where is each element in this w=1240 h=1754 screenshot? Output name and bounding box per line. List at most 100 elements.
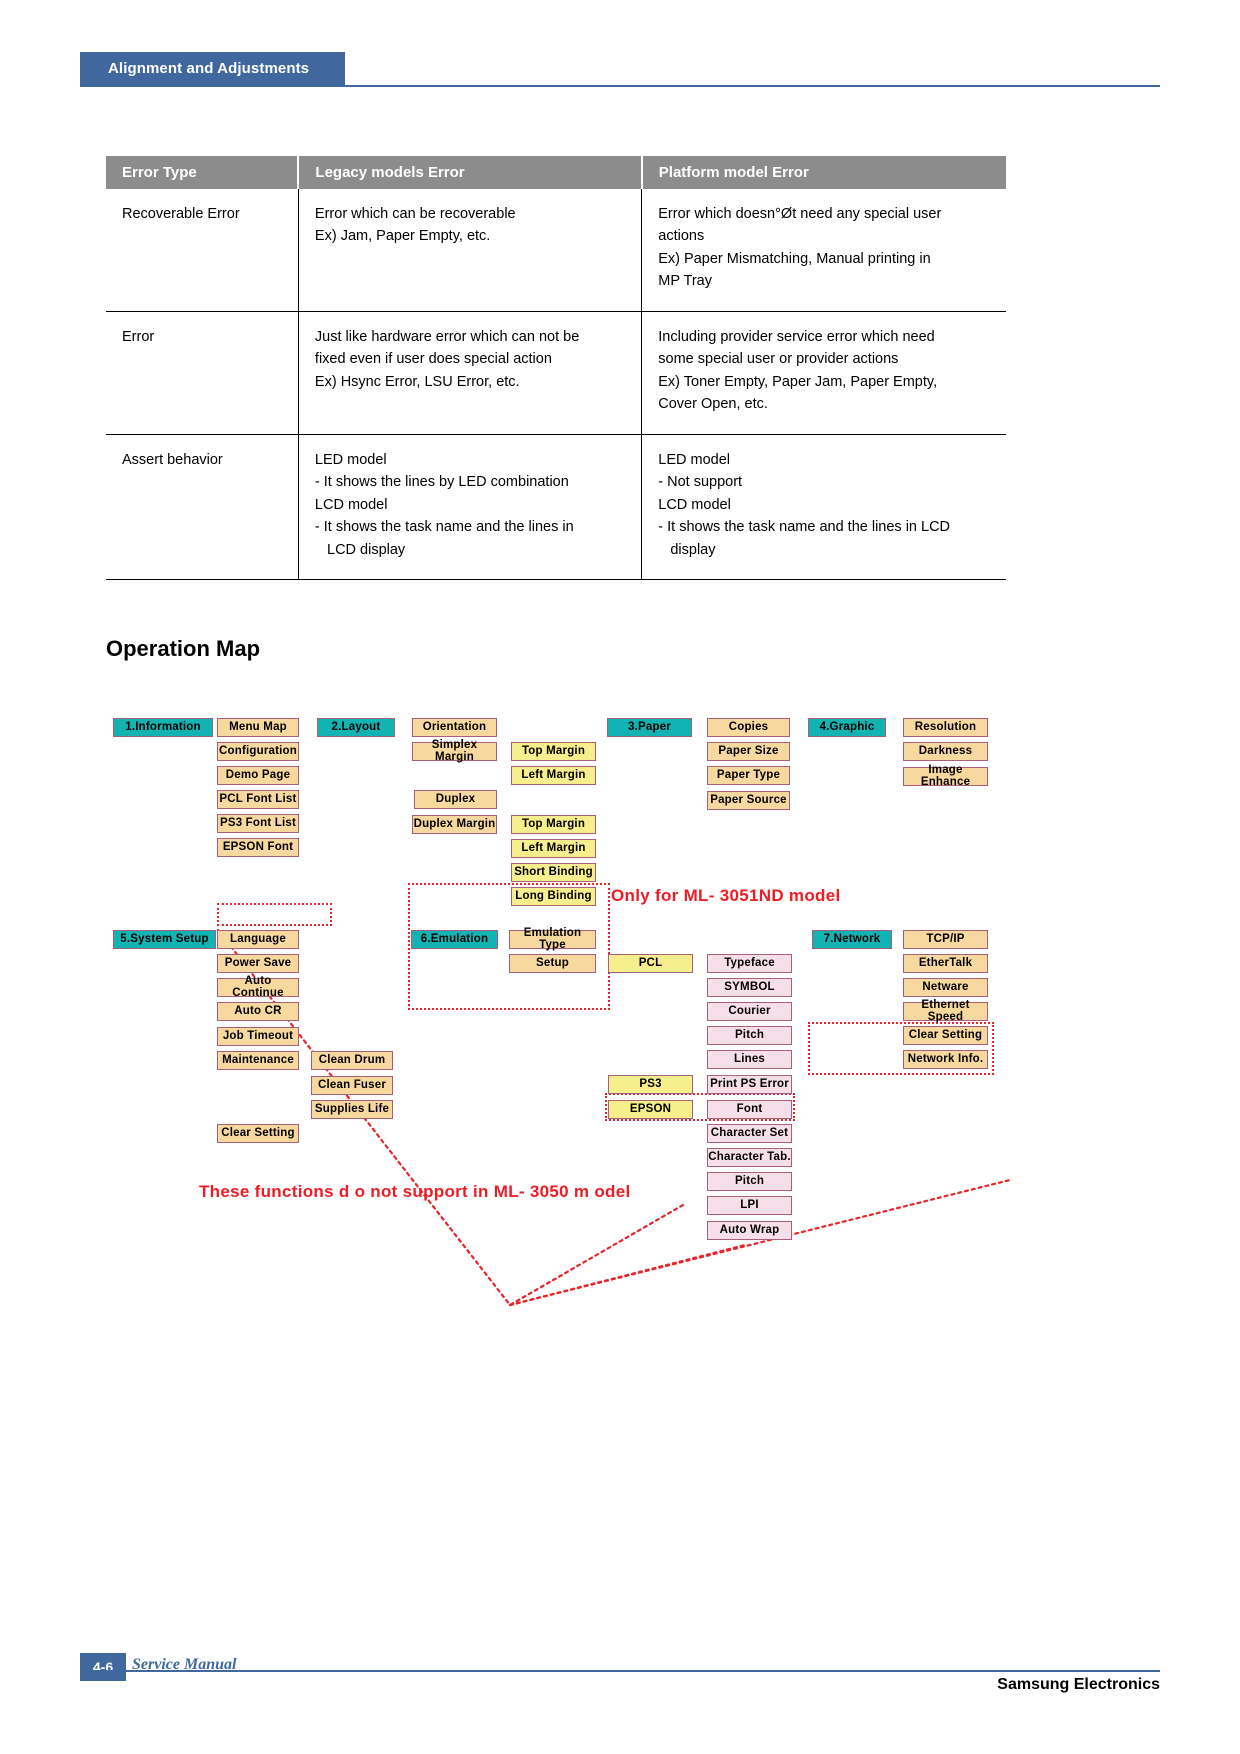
text-line: actions: [658, 228, 705, 245]
node-netware[interactable]: Netware: [903, 978, 988, 997]
dashbox-network-group: [808, 1022, 994, 1075]
cell-error-type: Recoverable Error: [106, 189, 299, 312]
cell-legacy-error: Just like hardware error which can not b…: [297, 311, 642, 435]
table-row: Assert behavior LED model - It shows the…: [106, 434, 1006, 581]
connector-line-3050-c: [508, 1243, 747, 1307]
connector-line-3050-a: [216, 928, 685, 1307]
text-line: LED model: [314, 451, 387, 468]
node-clear-setting-network[interactable]: Clear Setting: [903, 1026, 988, 1045]
node-configuration[interactable]: Configuration: [217, 742, 299, 761]
node-pitch-epson[interactable]: Pitch: [707, 1172, 792, 1191]
text-line: Ex) Toner Empty, Paper Jam, Paper Empty,: [658, 373, 938, 390]
node-ps3-font-list[interactable]: PS3 Font List: [217, 814, 299, 833]
node-image-enhance[interactable]: Image Enhance: [903, 764, 988, 787]
node-menu-map[interactable]: Menu Map: [217, 718, 299, 737]
node-clean-fuser[interactable]: Clean Fuser: [311, 1076, 393, 1095]
node-top-margin-simplex[interactable]: Top Margin: [511, 742, 596, 761]
node-paper-type[interactable]: Paper Type: [707, 766, 790, 785]
node-lpi[interactable]: LPI: [707, 1196, 792, 1215]
connector-line-3050-b: [508, 1178, 1012, 1307]
page-header: Alignment and Adjustments: [80, 52, 1160, 87]
text-line: Ex) Hsync Error, LSU Error, etc.: [314, 373, 520, 390]
header-rule: [80, 85, 1160, 87]
node-left-margin-duplex[interactable]: Left Margin: [511, 839, 596, 858]
node-epson-font[interactable]: EPSON Font: [217, 838, 299, 857]
text-line: - It shows the task name and the lines i…: [314, 519, 574, 536]
node-font[interactable]: Font: [707, 1100, 792, 1119]
cell-legacy-error: Error which can be recoverable Ex) Jam, …: [297, 189, 642, 312]
page-title-operation-map: Operation Map: [106, 636, 261, 661]
node-paper-size[interactable]: Paper Size: [707, 742, 790, 761]
node-clean-drum[interactable]: Clean Drum: [311, 1051, 393, 1070]
node-pcl-font-list[interactable]: PCL Font List: [217, 790, 299, 809]
node-maintenance[interactable]: Maintenance: [217, 1051, 299, 1070]
section-header-tab: Alignment and Adjustments: [80, 52, 345, 85]
node-5-system-setup[interactable]: 5.System Setup: [113, 930, 216, 949]
node-lines[interactable]: Lines: [707, 1050, 792, 1069]
text-line: MP Tray: [658, 273, 712, 290]
cell-error-type: Assert behavior: [106, 434, 299, 581]
node-darkness[interactable]: Darkness: [903, 742, 988, 761]
node-ps3[interactable]: PS3: [608, 1075, 693, 1094]
node-pitch-pcl[interactable]: Pitch: [707, 1026, 792, 1045]
table-row: Error Just like hardware error which can…: [106, 311, 1006, 435]
node-long-binding[interactable]: Long Binding: [511, 887, 596, 906]
text-line: LCD model: [314, 496, 388, 513]
node-copies[interactable]: Copies: [707, 718, 790, 737]
node-print-ps-error[interactable]: Print PS Error: [707, 1075, 792, 1094]
node-7-network[interactable]: 7.Network: [812, 930, 892, 949]
node-auto-wrap[interactable]: Auto Wrap: [707, 1221, 792, 1240]
node-auto-cr[interactable]: Auto CR: [217, 1002, 299, 1021]
node-power-save[interactable]: Power Save: [217, 954, 299, 973]
node-setup[interactable]: Setup: [509, 954, 596, 973]
node-orientation[interactable]: Orientation: [412, 718, 497, 737]
node-duplex[interactable]: Duplex: [414, 790, 497, 809]
node-auto-continue[interactable]: Auto Continue: [217, 975, 299, 998]
table-header-legacy-models-error: Legacy models Error: [297, 156, 642, 189]
text-line: LCD display: [314, 541, 406, 558]
text-line: - It shows the lines by LED combination: [314, 474, 569, 491]
node-emulation-type[interactable]: Emulation Type: [509, 927, 596, 950]
cell-legacy-error: LED model - It shows the lines by LED co…: [297, 434, 642, 581]
node-duplex-margin[interactable]: Duplex Margin: [412, 815, 497, 834]
node-job-timeout[interactable]: Job Timeout: [217, 1027, 299, 1046]
node-demo-page[interactable]: Demo Page: [217, 766, 299, 785]
node-language[interactable]: Language: [217, 930, 299, 949]
node-simplex-margin[interactable]: Simplex Margin: [412, 739, 497, 762]
text-line: - It shows the task name and the lines i…: [658, 519, 951, 536]
node-character-tab[interactable]: Character Tab.: [707, 1148, 792, 1167]
node-ethernet-speed[interactable]: Ethernet Speed: [903, 999, 988, 1022]
node-tcpip[interactable]: TCP/IP: [903, 930, 988, 949]
footer-brand: Samsung Electronics: [997, 1676, 1160, 1693]
node-6-emulation[interactable]: 6.Emulation: [411, 930, 498, 949]
text-line: display: [658, 541, 716, 558]
node-network-info[interactable]: Network Info.: [903, 1050, 988, 1069]
node-supplies-life[interactable]: Supplies Life: [311, 1100, 393, 1119]
node-ethertalk[interactable]: EtherTalk: [903, 954, 988, 973]
footer-rule: [80, 1670, 1160, 1672]
text-line: Cover Open, etc.: [658, 396, 768, 413]
text-line: LED model: [658, 451, 730, 468]
node-character-set[interactable]: Character Set: [707, 1124, 792, 1143]
dashbox-ps3-group: [605, 1093, 795, 1121]
node-clear-setting-system[interactable]: Clear Setting: [217, 1124, 299, 1143]
node-top-margin-duplex[interactable]: Top Margin: [511, 815, 596, 834]
node-paper-source[interactable]: Paper Source: [707, 791, 790, 810]
text-line: LCD model: [658, 496, 731, 513]
node-short-binding[interactable]: Short Binding: [511, 863, 596, 882]
dashbox-ps3-font-list: [217, 903, 332, 926]
node-pcl[interactable]: PCL: [608, 954, 693, 973]
node-1-information[interactable]: 1.Information: [113, 718, 213, 737]
node-3-paper[interactable]: 3.Paper: [607, 718, 692, 737]
node-2-layout[interactable]: 2.Layout: [317, 718, 395, 737]
node-typeface[interactable]: Typeface: [707, 954, 792, 973]
cell-platform-error: LED model - Not support LCD model - It s…: [641, 434, 1006, 581]
node-left-margin-simplex[interactable]: Left Margin: [511, 766, 596, 785]
cell-platform-error: Error which doesn°Øt need any special us…: [641, 189, 1006, 312]
node-4-graphic[interactable]: 4.Graphic: [808, 718, 886, 737]
node-epson[interactable]: EPSON: [608, 1100, 693, 1119]
node-courier[interactable]: Courier: [707, 1002, 792, 1021]
node-symbol[interactable]: SYMBOL: [707, 978, 792, 997]
node-resolution[interactable]: Resolution: [903, 718, 988, 737]
footer-manual-label: Service Manual: [132, 1656, 237, 1673]
